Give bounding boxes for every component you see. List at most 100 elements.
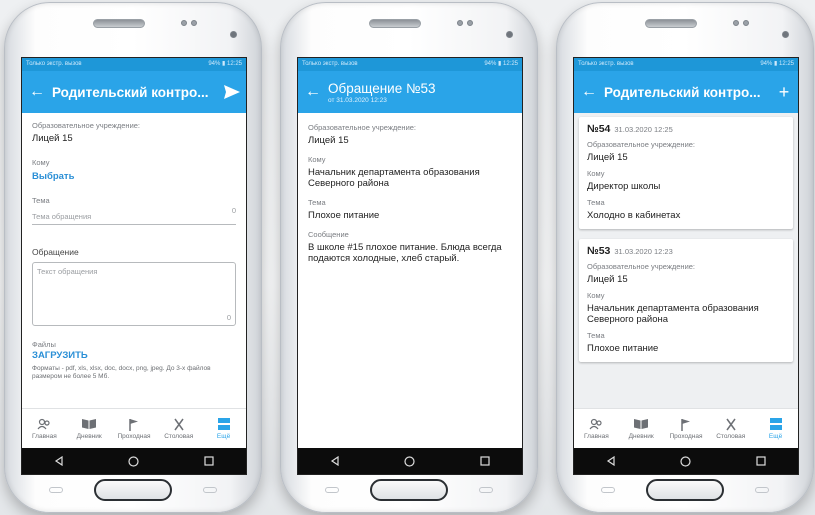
sensor-dot [191,20,197,26]
battery-level: 94% [484,61,497,67]
sensor-dot [733,20,739,26]
select-recipient-button[interactable]: Выбрать [32,171,236,182]
status-right: 94% ▮ 12:25 [208,61,242,67]
status-right: 94% ▮ 12:25 [760,61,794,67]
add-appeal-icon[interactable]: + [770,82,798,103]
nav-more-label: Ещё [768,433,783,440]
topic-label: Тема [32,196,50,205]
app-bar: ← Обращение №53 от 31.03.2020 12:23 [298,71,522,113]
back-arrow-icon[interactable]: ← [22,83,52,101]
appeal-card[interactable]: №53 31.03.2020 12:23 Образовательное учр… [579,239,793,362]
to-value: Начальник департамента образования Север… [587,303,759,325]
bottom-nav: Главная Дневник Проходная Столовая Ещё [574,408,798,448]
cutlery-icon [725,417,737,431]
app-title: Обращение №53 [328,80,436,96]
nav-diary[interactable]: Дневник [619,417,663,440]
topic-value: Плохое питание [587,343,659,354]
appeal-number: №54 [587,123,611,135]
earpiece-speaker [645,19,697,28]
nav-home-label: Главная [584,433,609,440]
topic-counter: 0 [231,206,236,215]
back-arrow-icon[interactable]: ← [298,83,328,101]
flag-icon [680,417,692,431]
bottom-nav: Главная Дневник Проходная Столовая Ещё [22,408,246,448]
files-hint: Форматы - pdf, xls, xlsx, doc, docx, png… [32,365,211,380]
app-bar: ← Родительский контро... [22,71,246,113]
title-block: Обращение №53 от 31.03.2020 12:23 [328,81,522,104]
soft-key-left [49,487,63,493]
hardware-home-button[interactable] [94,479,172,501]
status-bar: Только экстр. вызов 94% ▮ 12:25 [574,58,798,71]
nav-diary-label: Дневник [628,433,654,440]
topic-label: Тема [308,198,326,207]
phone-frame-1: Только экстр. вызов 94% ▮ 12:25 ← Родите… [4,2,262,513]
topic-input[interactable]: Тема обращения 0 [32,206,236,225]
earpiece-speaker [93,19,145,28]
send-icon[interactable] [218,85,246,99]
recents-square-icon[interactable] [204,456,214,466]
to-label: Кому [587,169,605,178]
soft-key-right [755,487,769,493]
nav-home[interactable]: Главная [22,417,66,440]
message-textarea[interactable]: Текст обращения 0 [32,262,236,326]
back-arrow-icon[interactable]: ← [574,83,604,101]
nav-canteen-label: Столовая [716,433,746,440]
institution-value: Лицей 15 [587,274,628,285]
sensor-dot [743,20,749,26]
nav-entrance[interactable]: Проходная [664,417,708,440]
cutlery-icon [173,417,185,431]
topic-label: Тема [587,198,605,207]
book-icon [633,417,649,431]
upload-button[interactable]: ЗАГРУЗИТЬ [32,350,236,361]
nav-more[interactable]: Ещё [754,417,798,440]
back-triangle-icon[interactable] [330,456,340,466]
screen-appeal-list: Только экстр. вызов 94% ▮ 12:25 ← Родите… [573,57,799,475]
home-circle-icon[interactable] [404,455,416,467]
home-circle-icon[interactable] [128,455,140,467]
status-bar: Только экстр. вызов 94% ▮ 12:25 [298,58,522,71]
topic-value: Плохое питание [308,210,380,221]
institution-label: Образовательное учреждение: [32,121,141,130]
card-header: №54 31.03.2020 12:25 [587,123,785,135]
nav-entrance[interactable]: Проходная [112,417,156,440]
nav-canteen[interactable]: Столовая [157,417,201,440]
front-camera [230,31,237,38]
app-bar: ← Родительский контро... + [574,71,798,113]
status-right: 94% ▮ 12:25 [484,61,518,67]
back-triangle-icon[interactable] [54,456,64,466]
institution-value: Лицей 15 [32,133,73,144]
hardware-home-button[interactable] [370,479,448,501]
nav-diary[interactable]: Дневник [67,417,111,440]
to-label: Кому [587,291,605,300]
nav-entrance-label: Проходная [669,433,703,440]
files-label: Файлы [32,340,56,349]
recents-square-icon[interactable] [756,456,766,466]
appeal-card[interactable]: №54 31.03.2020 12:25 Образовательное учр… [579,117,793,229]
nav-entrance-label: Проходная [117,433,151,440]
nav-home-label: Главная [32,433,57,440]
home-people-icon [589,417,603,431]
system-nav-bar [22,448,246,474]
topic-placeholder: Тема обращения [32,212,92,221]
more-menu-icon [217,417,230,431]
back-triangle-icon[interactable] [606,456,616,466]
home-circle-icon[interactable] [680,455,692,467]
status-left-text: Только экстр. вызов [26,61,82,67]
status-left-text: Только экстр. вызов [578,61,634,67]
appeal-list: №54 31.03.2020 12:25 Образовательное учр… [574,113,798,453]
nav-home[interactable]: Главная [574,417,618,440]
institution-value: Лицей 15 [587,152,628,163]
message-value: В школе #15 плохое питание. Блюда всегда… [308,242,502,264]
appeal-date: 31.03.2020 12:25 [614,125,673,134]
hardware-home-button[interactable] [646,479,724,501]
institution-value: Лицей 15 [308,135,349,146]
soft-key-left [601,487,615,493]
status-left-text: Только экстр. вызов [302,61,358,67]
nav-canteen[interactable]: Столовая [709,417,753,440]
nav-more[interactable]: Ещё [202,417,246,440]
battery-level: 94% [208,61,221,67]
nav-canteen-label: Столовая [164,433,194,440]
flag-icon [128,417,140,431]
status-bar: Только экстр. вызов 94% ▮ 12:25 [22,58,246,71]
recents-square-icon[interactable] [480,456,490,466]
